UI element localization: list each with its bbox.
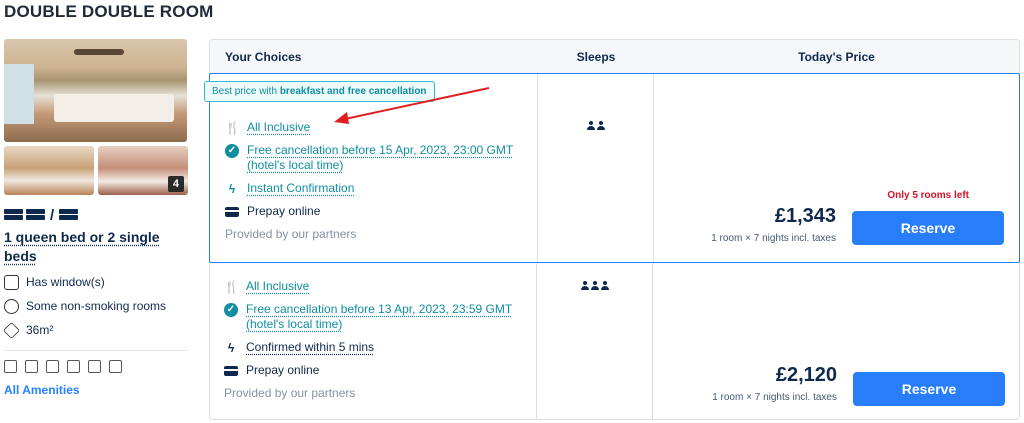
- confirmation-link[interactable]: Confirmed within 5 mins: [246, 340, 374, 355]
- payment-option: Prepay online: [224, 363, 536, 378]
- no-smoking-icon: [4, 298, 19, 314]
- feature-label: Some non-smoking rooms: [26, 299, 167, 313]
- confirmation-option: ϟ Confirmed within 5 mins: [224, 340, 536, 355]
- cutlery-icon: 🍴: [225, 121, 240, 135]
- confirmation-option: ϟ Instant Confirmation: [225, 181, 537, 196]
- divider: [4, 350, 188, 351]
- desk-icon: [109, 360, 122, 373]
- heater-icon: [67, 360, 80, 373]
- best-price-badge: Best price with breakfast and free cance…: [204, 81, 435, 102]
- price-note: 1 room × 7 nights incl. taxes: [711, 233, 836, 244]
- table-header: Your Choices Sleeps Today's Price: [210, 40, 1019, 74]
- cancellation-link[interactable]: Free cancellation before 15 Apr, 2023, 2…: [247, 143, 527, 173]
- bed-separator: /: [50, 206, 55, 224]
- payment-label: Prepay online: [246, 363, 320, 377]
- person-icon: [587, 121, 595, 130]
- meal-link[interactable]: All Inclusive: [247, 120, 310, 135]
- payment-label: Prepay online: [247, 204, 321, 218]
- wardrobe-icon: [46, 360, 59, 373]
- header-todays-price: Today's Price: [798, 50, 875, 64]
- rooms-left-notice: Only 5 rooms left: [887, 190, 969, 201]
- feature-window: Has window(s): [4, 274, 190, 290]
- rate-option-row: 🍴 All Inclusive ✓ Free cancellation befo…: [209, 264, 1020, 420]
- header-sleeps: Sleeps: [576, 50, 616, 64]
- room-info-panel: 4 / 1 queen bed or 2 single beds Has win…: [3, 39, 190, 397]
- person-icon: [597, 121, 605, 130]
- bed-icon: [59, 208, 79, 222]
- price-cell: £2,120 1 room × 7 nights incl. taxes Res…: [653, 264, 1020, 420]
- amenity-icons: [4, 360, 190, 374]
- hair-dryer-icon: [88, 360, 101, 373]
- price-amount: £2,120: [775, 364, 837, 386]
- cutlery-icon: 🍴: [224, 280, 239, 294]
- cancellation-link[interactable]: Free cancellation before 13 Apr, 2023, 2…: [246, 302, 526, 332]
- person-icon: [601, 281, 609, 290]
- choices-cell: 🍴 All Inclusive ✓ Free cancellation befo…: [209, 264, 537, 420]
- price-note: 1 room × 7 nights incl. taxes: [712, 392, 837, 403]
- window-icon: [4, 274, 19, 290]
- check-circle-icon: ✓: [225, 144, 239, 158]
- air-conditioner-icon: [25, 360, 38, 373]
- photo-count-badge: 4: [167, 176, 184, 192]
- area-icon: [3, 321, 20, 339]
- photo-ceiling-fan-detail: [74, 49, 124, 55]
- confirmation-link[interactable]: Instant Confirmation: [247, 181, 354, 196]
- meal-option: 🍴 All Inclusive: [225, 120, 537, 135]
- photo-thumbnails: 4: [4, 146, 190, 195]
- price-amount: £1,343: [774, 205, 836, 227]
- lightning-icon: ϟ: [227, 341, 235, 355]
- bed-icon: [26, 208, 45, 222]
- provider-note: Provided by our partners: [224, 386, 356, 400]
- reserve-button[interactable]: Reserve: [853, 372, 1005, 406]
- feature-area: 36m²: [3, 321, 190, 339]
- badge-highlight: breakfast and free cancellation: [279, 86, 427, 97]
- header-your-choices: Your Choices: [225, 50, 302, 64]
- all-amenities-link[interactable]: All Amenities: [4, 383, 190, 397]
- credit-card-icon: [224, 366, 238, 376]
- guest-icons: [537, 277, 653, 295]
- guest-icons: [538, 117, 654, 135]
- room-title: DOUBLE DOUBLE ROOM: [4, 2, 214, 21]
- room-thumbnail[interactable]: [4, 146, 94, 195]
- sleeps-cell: [538, 74, 654, 262]
- price-cell: Only 5 rooms left £1,343 1 room × 7 nigh…: [654, 74, 1019, 262]
- sleeps-cell: [537, 264, 653, 420]
- badge-prefix: Best price with: [212, 86, 280, 97]
- provider-note: Provided by our partners: [225, 227, 357, 241]
- bed-icon: [4, 208, 23, 222]
- bed-icons: /: [4, 206, 190, 224]
- choices-cell: 🍴 All Inclusive ✓ Free cancellation befo…: [210, 74, 538, 262]
- feature-label: Has window(s): [26, 275, 105, 289]
- check-circle-icon: ✓: [224, 303, 238, 317]
- lightning-icon: ϟ: [228, 182, 236, 196]
- photo-bed-detail: [54, 94, 174, 122]
- no-wifi-icon: [4, 360, 17, 373]
- meal-link[interactable]: All Inclusive: [246, 279, 309, 294]
- photo-window-detail: [4, 64, 34, 124]
- feature-label: 36m²: [26, 323, 54, 337]
- payment-option: Prepay online: [225, 204, 537, 219]
- person-icon: [581, 281, 589, 290]
- meal-option: 🍴 All Inclusive: [224, 279, 536, 294]
- room-thumbnail[interactable]: 4: [98, 146, 188, 195]
- reserve-button[interactable]: Reserve: [852, 211, 1004, 245]
- room-main-photo[interactable]: [4, 39, 187, 142]
- feature-smoking: Some non-smoking rooms: [4, 298, 190, 314]
- cancellation-option: ✓ Free cancellation before 13 Apr, 2023,…: [224, 302, 536, 332]
- person-icon: [591, 281, 599, 290]
- bed-configuration[interactable]: 1 queen bed or 2 single beds: [4, 228, 174, 266]
- credit-card-icon: [225, 207, 239, 217]
- cancellation-option: ✓ Free cancellation before 15 Apr, 2023,…: [225, 143, 537, 173]
